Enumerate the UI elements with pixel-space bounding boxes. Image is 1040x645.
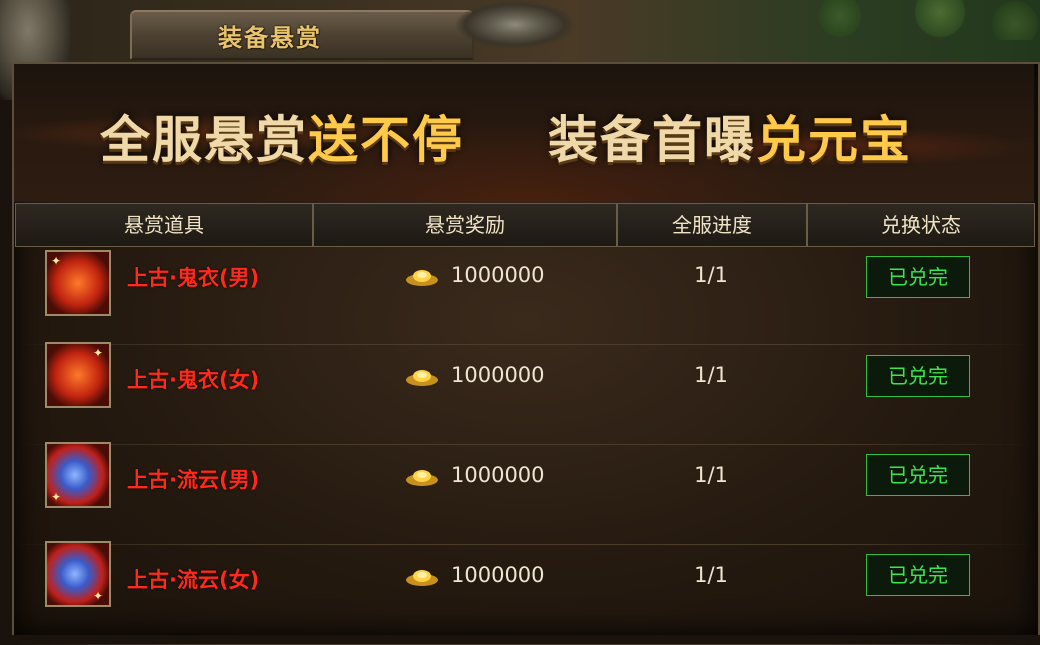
item-name: 上古·流云(男): [127, 468, 260, 492]
reward-amount: 1000000: [451, 363, 545, 387]
armor-icon[interactable]: ✦: [45, 250, 111, 316]
table-row: ✦ 上古·鬼衣(男) 1000000 1/1 已兑完: [15, 245, 1033, 345]
progress-value: 1/1: [694, 263, 728, 287]
armor-icon[interactable]: ✦: [45, 442, 111, 508]
progress-value: 1/1: [694, 563, 728, 587]
table-row: ✦ 上古·流云(男) 1000000 1/1 已兑完: [15, 442, 1033, 545]
window-title: 装备悬赏: [218, 23, 322, 52]
redeem-status-button[interactable]: 已兑完: [866, 454, 970, 496]
reward-amount: 1000000: [451, 563, 545, 587]
reward-amount: 1000000: [451, 263, 545, 287]
table-row: ✦ 上古·流云(女) 1000000 1/1 已兑完: [15, 541, 1033, 645]
dragon-ornament-right: [440, 0, 590, 55]
slogan-right-part1: 装备首曝: [548, 111, 756, 169]
table-header: 悬赏道具 悬赏奖励 全服进度 兑换状态: [15, 203, 1035, 247]
gold-ingot-icon: [406, 270, 438, 286]
column-header-item: 悬赏道具: [16, 204, 314, 246]
gold-ingot-icon: [406, 570, 438, 586]
gold-ingot-icon: [406, 470, 438, 486]
slogan-left-part1: 全服悬赏: [100, 111, 308, 169]
item-name: 上古·鬼衣(男): [127, 266, 260, 290]
column-header-progress: 全服进度: [618, 204, 808, 246]
table-row: ✦ 上古·鬼衣(女) 1000000 1/1 已兑完: [15, 342, 1033, 445]
progress-value: 1/1: [694, 363, 728, 387]
progress-value: 1/1: [694, 463, 728, 487]
gold-ingot-icon: [406, 370, 438, 386]
redeem-status-button[interactable]: 已兑完: [866, 256, 970, 298]
slogan-left: 全服悬赏送不停: [100, 110, 464, 170]
trees-decoration: [790, 0, 1040, 40]
column-header-status: 兑换状态: [881, 213, 961, 237]
redeem-status-button[interactable]: 已兑完: [866, 554, 970, 596]
slogan-right: 装备首曝兑元宝: [548, 110, 912, 170]
armor-icon[interactable]: ✦: [45, 342, 111, 408]
armor-icon[interactable]: ✦: [45, 541, 111, 607]
slogan-right-part2: 兑元宝: [756, 111, 912, 169]
item-name: 上古·鬼衣(女): [127, 368, 260, 392]
redeem-status-button[interactable]: 已兑完: [866, 355, 970, 397]
slogan-left-part2: 送不停: [308, 111, 464, 169]
column-header-reward: 悬赏奖励: [314, 204, 618, 246]
reward-amount: 1000000: [451, 463, 545, 487]
item-name: 上古·流云(女): [127, 568, 260, 592]
